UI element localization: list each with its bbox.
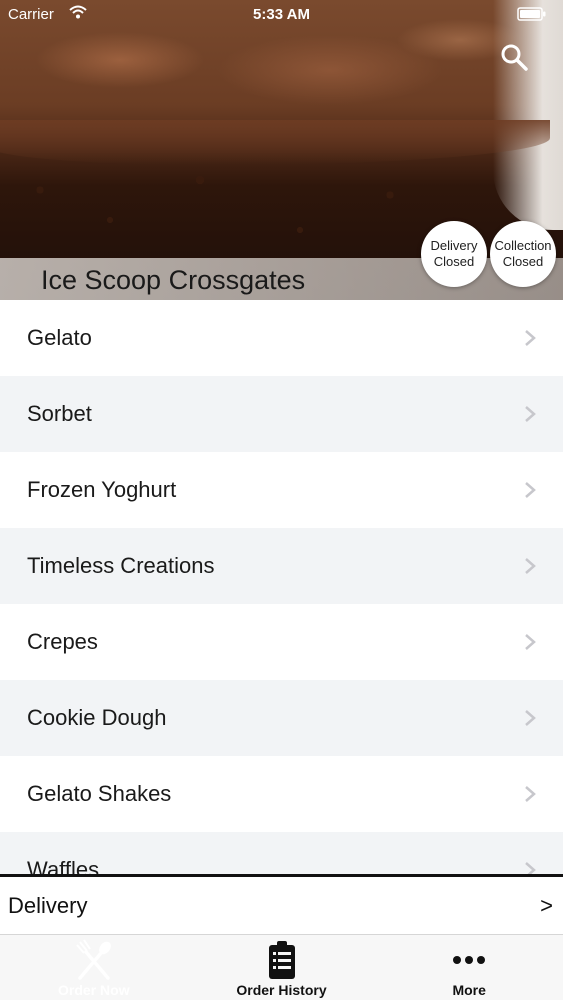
category-list[interactable]: Gelato Sorbet Frozen Yoghurt Timeless Cr…	[0, 300, 563, 874]
tab-bar: Order Now Order History More	[0, 934, 563, 1000]
chevron-right-icon	[525, 406, 536, 422]
chevron-right-icon	[525, 862, 536, 874]
category-label: Timeless Creations	[27, 553, 215, 578]
tab-label: Order History	[236, 982, 327, 998]
delivery-status-value: Closed	[433, 254, 475, 269]
clipboard-list-icon	[267, 938, 297, 982]
tab-label: Order Now	[58, 982, 130, 998]
collection-status-label: Collection	[494, 238, 552, 253]
category-label: Gelato Shakes	[27, 781, 172, 806]
chevron-right-icon	[525, 786, 536, 802]
tab-label: More	[452, 982, 486, 998]
delivery-mode-bar[interactable]: Delivery >	[0, 874, 563, 934]
category-label: Cookie Dough	[27, 705, 167, 730]
chevron-right-icon	[525, 482, 536, 498]
delivery-mode-label: Delivery	[8, 892, 88, 918]
delivery-status-label: Delivery	[430, 238, 478, 253]
category-label: Sorbet	[27, 401, 92, 426]
delivery-mode-arrow: >	[540, 892, 553, 918]
status-time: 5:33 AM	[253, 6, 310, 23]
chevron-right-icon	[525, 634, 536, 650]
category-row-frozen-yoghurt[interactable]: Frozen Yoghurt	[0, 452, 563, 528]
category-label: Gelato	[27, 325, 92, 350]
store-name: Ice Scoop Crossgates	[41, 265, 306, 295]
chevron-right-icon	[525, 558, 536, 574]
category-row-sorbet[interactable]: Sorbet	[0, 376, 563, 452]
category-label: Crepes	[27, 629, 98, 654]
category-row-waffles[interactable]: Waffles	[0, 832, 563, 874]
category-row-cookie-dough[interactable]: Cookie Dough	[0, 680, 563, 756]
more-dots-icon	[451, 938, 487, 982]
chevron-right-icon	[525, 710, 536, 726]
search-button[interactable]	[499, 42, 529, 72]
tab-more[interactable]: More	[375, 935, 563, 1000]
category-label: Frozen Yoghurt	[27, 477, 177, 502]
category-row-timeless-creations[interactable]: Timeless Creations	[0, 528, 563, 604]
category-row-gelato-shakes[interactable]: Gelato Shakes	[0, 756, 563, 832]
category-label: Waffles	[27, 857, 100, 874]
chevron-right-icon	[525, 330, 536, 346]
collection-status-badge: Collection Closed	[490, 221, 556, 287]
category-row-gelato[interactable]: Gelato	[0, 300, 563, 376]
category-row-crepes[interactable]: Crepes	[0, 604, 563, 680]
tab-order-history[interactable]: Order History	[188, 935, 376, 1000]
status-bar: Carrier 5:33 AM	[0, 0, 563, 30]
fork-spoon-icon	[72, 938, 116, 982]
app-screen: Carrier 5:33 AM Ice Scoop Crossgates Del	[0, 0, 563, 1000]
battery-icon	[517, 7, 547, 25]
search-icon	[501, 44, 528, 71]
collection-status-value: Closed	[502, 254, 544, 269]
tab-order-now[interactable]: Order Now	[0, 935, 188, 1000]
delivery-status-badge: Delivery Closed	[421, 221, 487, 287]
